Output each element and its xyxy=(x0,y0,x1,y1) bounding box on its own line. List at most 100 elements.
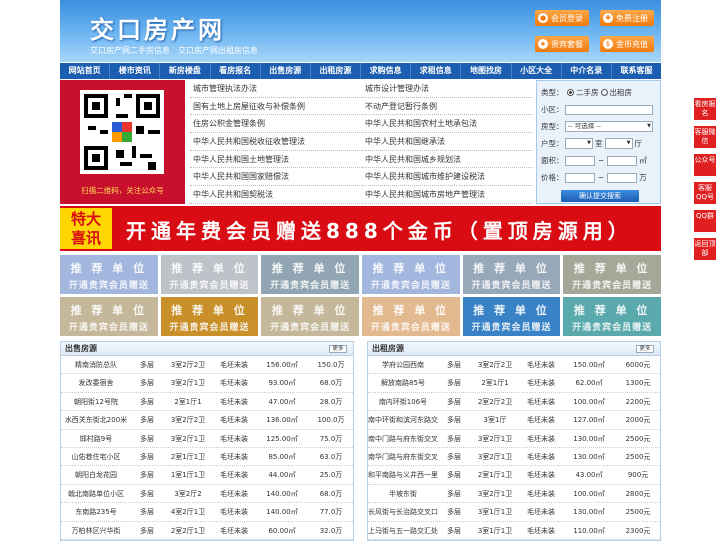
table-cell: 戟北南路单位小区 xyxy=(68,489,124,498)
table-cell: 南内环街106号 xyxy=(378,397,428,406)
nav-for-sale[interactable]: 出售房源 xyxy=(261,63,311,79)
ad-slot[interactable]: 推 荐 单 位开通贵宾会员赠送 xyxy=(160,297,259,336)
search-submit-button[interactable]: 确认提交搜索 xyxy=(561,190,639,202)
nav-wanted-rent[interactable]: 求租信息 xyxy=(411,63,462,79)
table-cell: 毛坯未装 xyxy=(220,416,248,425)
regulation-link[interactable]: 中华人民共和国继承法 xyxy=(362,133,533,151)
rent-panel-header: 出租房源 更多 xyxy=(368,342,660,356)
nav-communities[interactable]: 小区大全 xyxy=(512,63,562,79)
regulation-link[interactable]: 中华人民共和国土地管理法 xyxy=(190,151,362,169)
table-cell: 毛坯未装 xyxy=(527,489,555,498)
site-logo[interactable]: 交口房产网 xyxy=(90,10,225,45)
table-cell: 2500元 xyxy=(625,508,651,517)
size-max-input[interactable] xyxy=(607,155,638,166)
regulation-link[interactable]: 中华人民共和国税收征收管理法 xyxy=(190,133,362,151)
price-max-input[interactable] xyxy=(607,172,638,183)
table-row[interactable]: 南中门路与府东街交叉 多层 3室2厅1卫 毛坯未装 130.00㎡ 2500元 xyxy=(368,430,660,448)
coin-recharge-button[interactable]: $ 金币充值 xyxy=(600,36,654,52)
price-min-input[interactable] xyxy=(565,172,595,183)
table-row[interactable]: 解放南路85号 多层 2室1厅1 毛坯未装 62.00㎡ 1300元 xyxy=(368,374,660,393)
regulation-link[interactable]: 中华人民共和国国家赔偿法 xyxy=(190,168,362,187)
rent-rows: 学府公园西南 多层 3室2厅2卫 毛坯未装 150.00㎡ 6000元 解放南路85号 多层 2… xyxy=(368,356,660,540)
table-row[interactable]: 戟北南路单位小区 多层 3室2厅2 毛坯未装 140.00㎡ 68.0万 xyxy=(61,485,353,504)
ad-slot[interactable]: 推 荐 单 位开通贵宾会员赠送 xyxy=(261,297,359,336)
ad-slot[interactable]: 推 荐 单 位开通贵宾会员赠送 xyxy=(361,297,460,336)
ad-slot[interactable]: 推 荐 单 位开通贵宾会员赠送 xyxy=(160,255,259,294)
table-row[interactable]: 朝阳街12号院 多层 2室1厅1 毛坯未装 47.00㎡ 28.0万 xyxy=(61,393,353,412)
table-row[interactable]: 半坡东街 多层 3室2厅1卫 毛坯未装 100.00㎡ 2800元 xyxy=(368,485,660,504)
nav-viewing-signup[interactable]: 看房报名 xyxy=(211,63,261,79)
nav-home[interactable]: 网站首页 xyxy=(60,63,111,79)
table-row[interactable]: 邯村路9号 多层 3室2厅1卫 毛坯未装 125.00㎡ 75.0万 xyxy=(61,430,353,448)
table-cell: 25.0万 xyxy=(319,471,343,480)
ad-slot[interactable]: 推 荐 单 位开通贵宾会员赠送 xyxy=(60,255,158,294)
table-row[interactable]: 山佑巷住宅小区 多层 2室1厅1卫 毛坯未装 85.00㎡ 63.0万 xyxy=(61,448,353,467)
ad-slot[interactable]: 推 荐 单 位开通贵宾会员赠送 xyxy=(462,255,561,294)
regulation-link[interactable]: 中华人民共和国农村土地承包法 xyxy=(362,115,533,134)
regulation-link[interactable]: 中华人民共和国城乡规划法 xyxy=(362,151,533,169)
nav-for-rent[interactable]: 出租房源 xyxy=(311,63,362,79)
nav-wanted-buy[interactable]: 求购信息 xyxy=(361,63,412,79)
regulation-link[interactable]: 中华人民共和国城市维护建设税法 xyxy=(362,168,533,187)
side-service-wechat[interactable]: 客服微信 xyxy=(694,126,716,148)
side-viewing-signup[interactable]: 看房报名 xyxy=(694,98,716,120)
promo-banner[interactable]: 特大 喜讯 开通年费会员赠送888个金币（置顶房源用） xyxy=(60,206,661,251)
table-cell: 毛坯未装 xyxy=(220,452,248,461)
table-row[interactable]: 万柏林区兴华街 多层 2室2厅1卫 毛坯未装 60.00㎡ 32.0万 xyxy=(61,522,353,540)
login-button[interactable]: ● 会员登录 xyxy=(535,10,589,26)
table-row[interactable]: 东南路235号 多层 4室2厅1卫 毛坯未装 140.00㎡ 77.0万 xyxy=(61,503,353,522)
qr-caption: 扫描二维码，关注公众号 xyxy=(81,186,164,195)
ad-slot[interactable]: 推 荐 单 位开通贵宾会员赠送 xyxy=(60,297,158,336)
regulation-link[interactable]: 城市管理执法办法 xyxy=(190,80,362,98)
table-cell: 和平南路与义井西一里 xyxy=(368,471,438,480)
nav-contact[interactable]: 联系客服 xyxy=(612,63,661,79)
sale-more-button[interactable]: 更多 xyxy=(329,345,347,353)
ad-slot[interactable]: 推 荐 单 位开通贵宾会员赠送 xyxy=(462,297,561,336)
side-official-account[interactable]: 公众号 xyxy=(694,154,716,176)
room-select[interactable] xyxy=(565,138,593,149)
table-row[interactable]: 朝阳白龙花园 多层 1室1厅1卫 毛坯未装 44.00㎡ 25.0万 xyxy=(61,466,353,485)
table-row[interactable]: 学府公园西南 多层 3室2厅2卫 毛坯未装 150.00㎡ 6000元 xyxy=(368,356,660,375)
rent-more-button[interactable]: 更多 xyxy=(636,345,654,353)
nav-agencies[interactable]: 中介名录 xyxy=(562,63,612,79)
community-input[interactable] xyxy=(565,104,653,115)
table-row[interactable]: 和平南路与义井西一里 多层 2室1厅1卫 毛坯未装 43.00㎡ 900元 xyxy=(368,466,660,485)
regulation-link[interactable]: 中华人民共和国城市房地产管理法 xyxy=(362,186,533,204)
nav-new-homes[interactable]: 新房楼盘 xyxy=(160,63,211,79)
nav-news[interactable]: 楼市资讯 xyxy=(110,63,161,79)
table-row[interactable]: 长风街与长治路交叉口 多层 3室1厅1卫 毛坯未装 130.00㎡ 2500元 xyxy=(368,503,660,522)
regulation-link[interactable]: 住房公积金管理条例 xyxy=(190,115,362,134)
vip-package-button[interactable]: ★ 贵宾套餐 xyxy=(535,36,589,52)
ad-slot[interactable]: 推 荐 单 位开通贵宾会员赠送 xyxy=(361,255,460,294)
table-row[interactable]: 精南消防总队 多层 3室2厅2卫 毛坯未装 156.00㎡ 150.0万 xyxy=(61,356,353,375)
radio-second-hand[interactable] xyxy=(567,89,574,96)
table-row[interactable]: 南内环街106号 多层 2室2厅2卫 毛坯未装 100.00㎡ 2200元 xyxy=(368,393,660,412)
table-row[interactable]: 水西关东街北200米 多层 3室2厅2卫 毛坯未装 136.00㎡ 100.0万 xyxy=(61,411,353,430)
side-qq-group[interactable]: QQ群 xyxy=(694,210,716,232)
ad-slot[interactable]: 推 荐 单 位开通贵宾会员赠送 xyxy=(563,255,661,294)
house-type-select[interactable]: -- 可选择 -- xyxy=(565,121,653,132)
regulation-link[interactable]: 城市设计管理办法 xyxy=(362,80,533,98)
table-cell: 2200元 xyxy=(625,397,651,406)
table-cell: 130.00㎡ xyxy=(573,508,605,517)
table-row[interactable]: 南华门路与府东街交叉 多层 3室2厅1卫 毛坯未装 130.00㎡ 2500元 xyxy=(368,448,660,467)
hall-select[interactable] xyxy=(604,138,633,149)
table-row[interactable]: 上马街与五一路交汇处 多层 3室1厅1卫 毛坯未装 110.00㎡ 2300元 xyxy=(368,522,660,540)
table-cell: 2500元 xyxy=(625,434,651,443)
side-service-qq[interactable]: 客服QQ号 xyxy=(694,182,716,204)
table-cell: 毛坯未装 xyxy=(220,471,248,480)
regulation-link[interactable]: 中华人民共和国契税法 xyxy=(190,186,362,204)
ad-slot[interactable]: 推 荐 单 位开通贵宾会员赠送 xyxy=(563,297,661,336)
table-row[interactable]: 南中环街和滨河东路交 多层 3室1厅 毛坯未装 127.00㎡ 2000元 xyxy=(368,411,660,430)
ad-slot[interactable]: 推 荐 单 位开通贵宾会员赠送 xyxy=(261,255,359,294)
table-cell: 127.00㎡ xyxy=(573,416,605,425)
side-back-to-top[interactable]: 返回顶部 xyxy=(694,238,716,260)
nav-map-search[interactable]: 地图找房 xyxy=(461,63,512,79)
size-min-input[interactable] xyxy=(565,155,595,166)
table-row[interactable]: 发改委宿舍 多层 3室2厅1卫 毛坯未装 93.00㎡ 68.0万 xyxy=(61,374,353,393)
radio-rental[interactable] xyxy=(600,89,608,96)
regulation-link[interactable]: 不动产登记暂行条例 xyxy=(362,98,533,116)
register-button[interactable]: ✚ 免费注册 xyxy=(600,10,654,26)
table-cell: 多层 xyxy=(140,471,154,480)
regulation-link[interactable]: 国有土地上房屋征收与补偿条例 xyxy=(190,98,362,116)
